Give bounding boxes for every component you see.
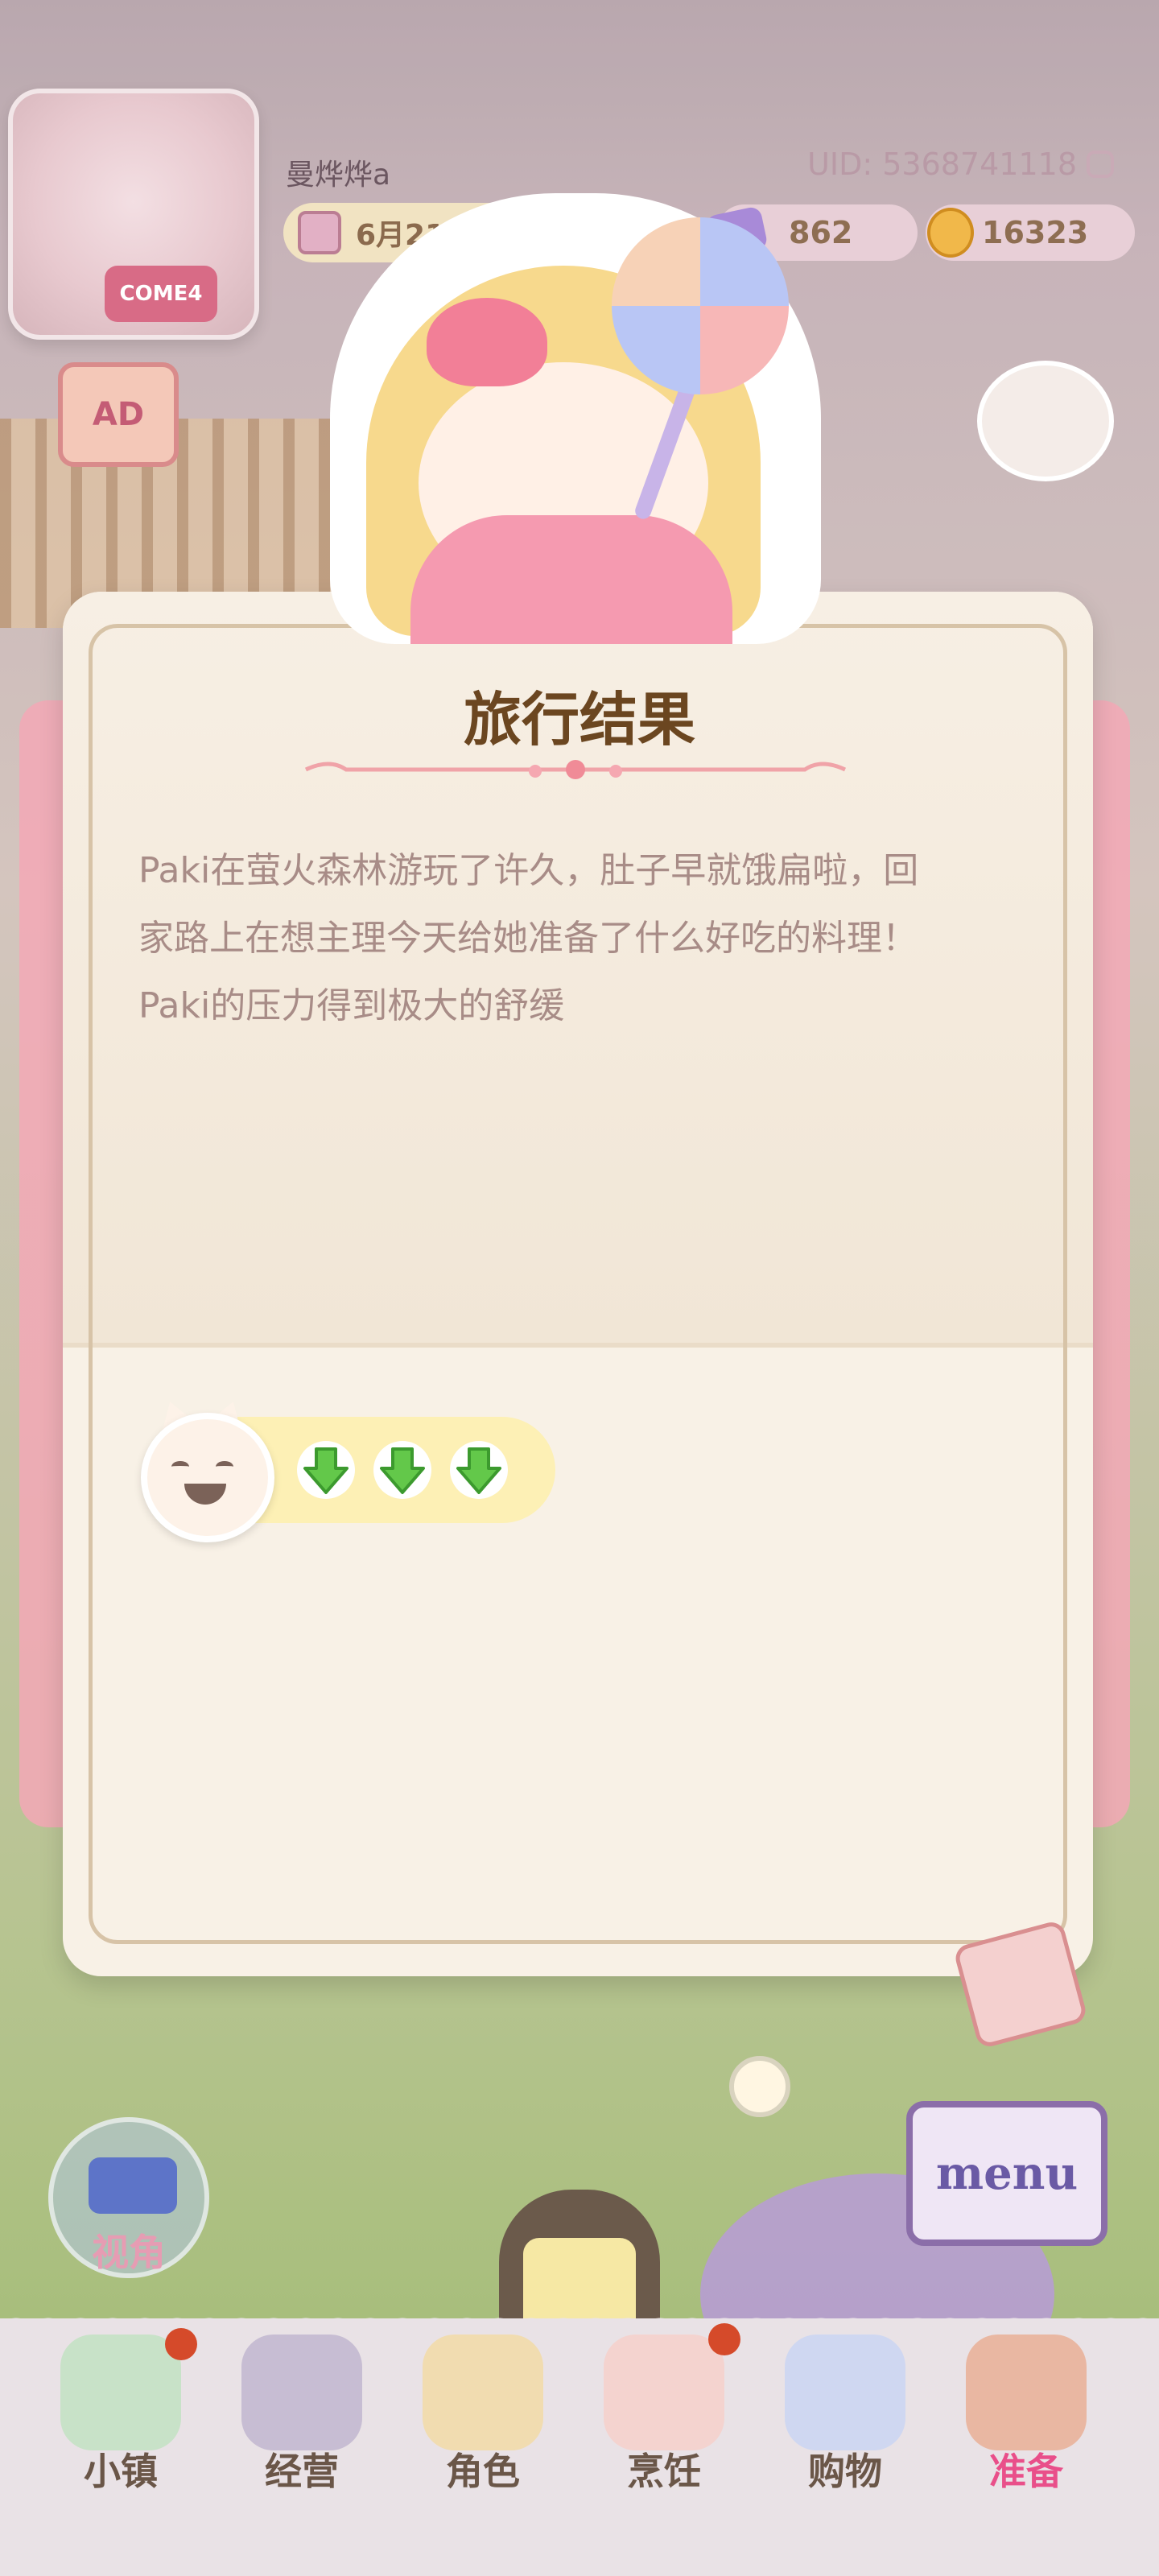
- menu-label: menu: [935, 2147, 1079, 2200]
- sandwich-icon: [604, 2334, 724, 2450]
- notification-dot: [165, 2328, 197, 2360]
- dialog-title: 旅行结果: [463, 685, 695, 753]
- shop-bag-icon: [241, 2334, 362, 2450]
- title-ornament-icon: [304, 760, 847, 779]
- camera-view-label: 视角: [92, 2231, 166, 2274]
- raccoon-chat-icon[interactable]: [977, 361, 1114, 481]
- cat-face-icon: [141, 1413, 274, 1542]
- pinwheel-icon: [612, 217, 789, 394]
- shopping-bag-icon: [785, 2334, 905, 2450]
- nav-business[interactable]: 经营: [221, 2334, 382, 2496]
- nav-prepare[interactable]: 准备: [946, 2334, 1107, 2496]
- nav-label: 烹饪: [627, 2450, 701, 2493]
- avatar-badge: COME4: [105, 266, 217, 322]
- nav-label: 小镇: [84, 2450, 158, 2493]
- uid-text: UID: 5368741118: [807, 147, 1077, 182]
- map-icon: [60, 2334, 181, 2450]
- nav-label: 购物: [808, 2450, 882, 2493]
- down-arrow-icon: [450, 1441, 508, 1499]
- cat-mouth: [184, 1484, 226, 1505]
- bow-icon: [427, 298, 547, 386]
- notification-dot: [708, 2323, 740, 2355]
- copy-icon[interactable]: [1087, 151, 1114, 178]
- character-dress: [410, 515, 732, 644]
- dialog-frame-border: [89, 624, 1067, 1944]
- coin-count: 16323: [982, 215, 1089, 250]
- nav-character[interactable]: 角色: [402, 2334, 563, 2496]
- description-line: Paki在萤火森林游玩了许久，肚子早就饿扁啦，回: [138, 850, 919, 891]
- uid-display: UID: 5368741118: [807, 147, 1114, 182]
- character-icon: [423, 2334, 543, 2450]
- nav-label: 准备: [989, 2450, 1063, 2493]
- cat-eye: [216, 1461, 233, 1472]
- basket-icon: [966, 2334, 1087, 2450]
- down-arrow-icon: [297, 1441, 355, 1499]
- cat-eye: [171, 1461, 189, 1472]
- gem-count: 862: [789, 215, 853, 250]
- username: 曼烨烨a: [286, 159, 391, 192]
- ad-label: AD: [92, 396, 145, 433]
- nav-shopping[interactable]: 购物: [765, 2334, 926, 2496]
- nav-cooking[interactable]: 烹饪: [584, 2334, 744, 2496]
- coin-icon: [927, 208, 974, 258]
- description-line: 家路上在想主理今天给她准备了什么好吃的料理！: [138, 918, 918, 959]
- ad-button[interactable]: AD: [58, 362, 179, 467]
- nav-label: 角色: [446, 2450, 520, 2493]
- down-arrow-icon: [373, 1441, 431, 1499]
- camera-icon: [89, 2157, 177, 2214]
- dialog-description: Paki在萤火森林游玩了许久，肚子早就饿扁啦，回 家路上在想主理今天给她准备了什…: [138, 837, 1024, 1040]
- description-line: Paki的压力得到极大的舒缓: [138, 985, 565, 1026]
- menu-book-button[interactable]: menu: [906, 2101, 1107, 2246]
- garden-lamp: [729, 2056, 790, 2117]
- calendar-icon: [298, 211, 341, 254]
- nav-label: 经营: [265, 2450, 339, 2493]
